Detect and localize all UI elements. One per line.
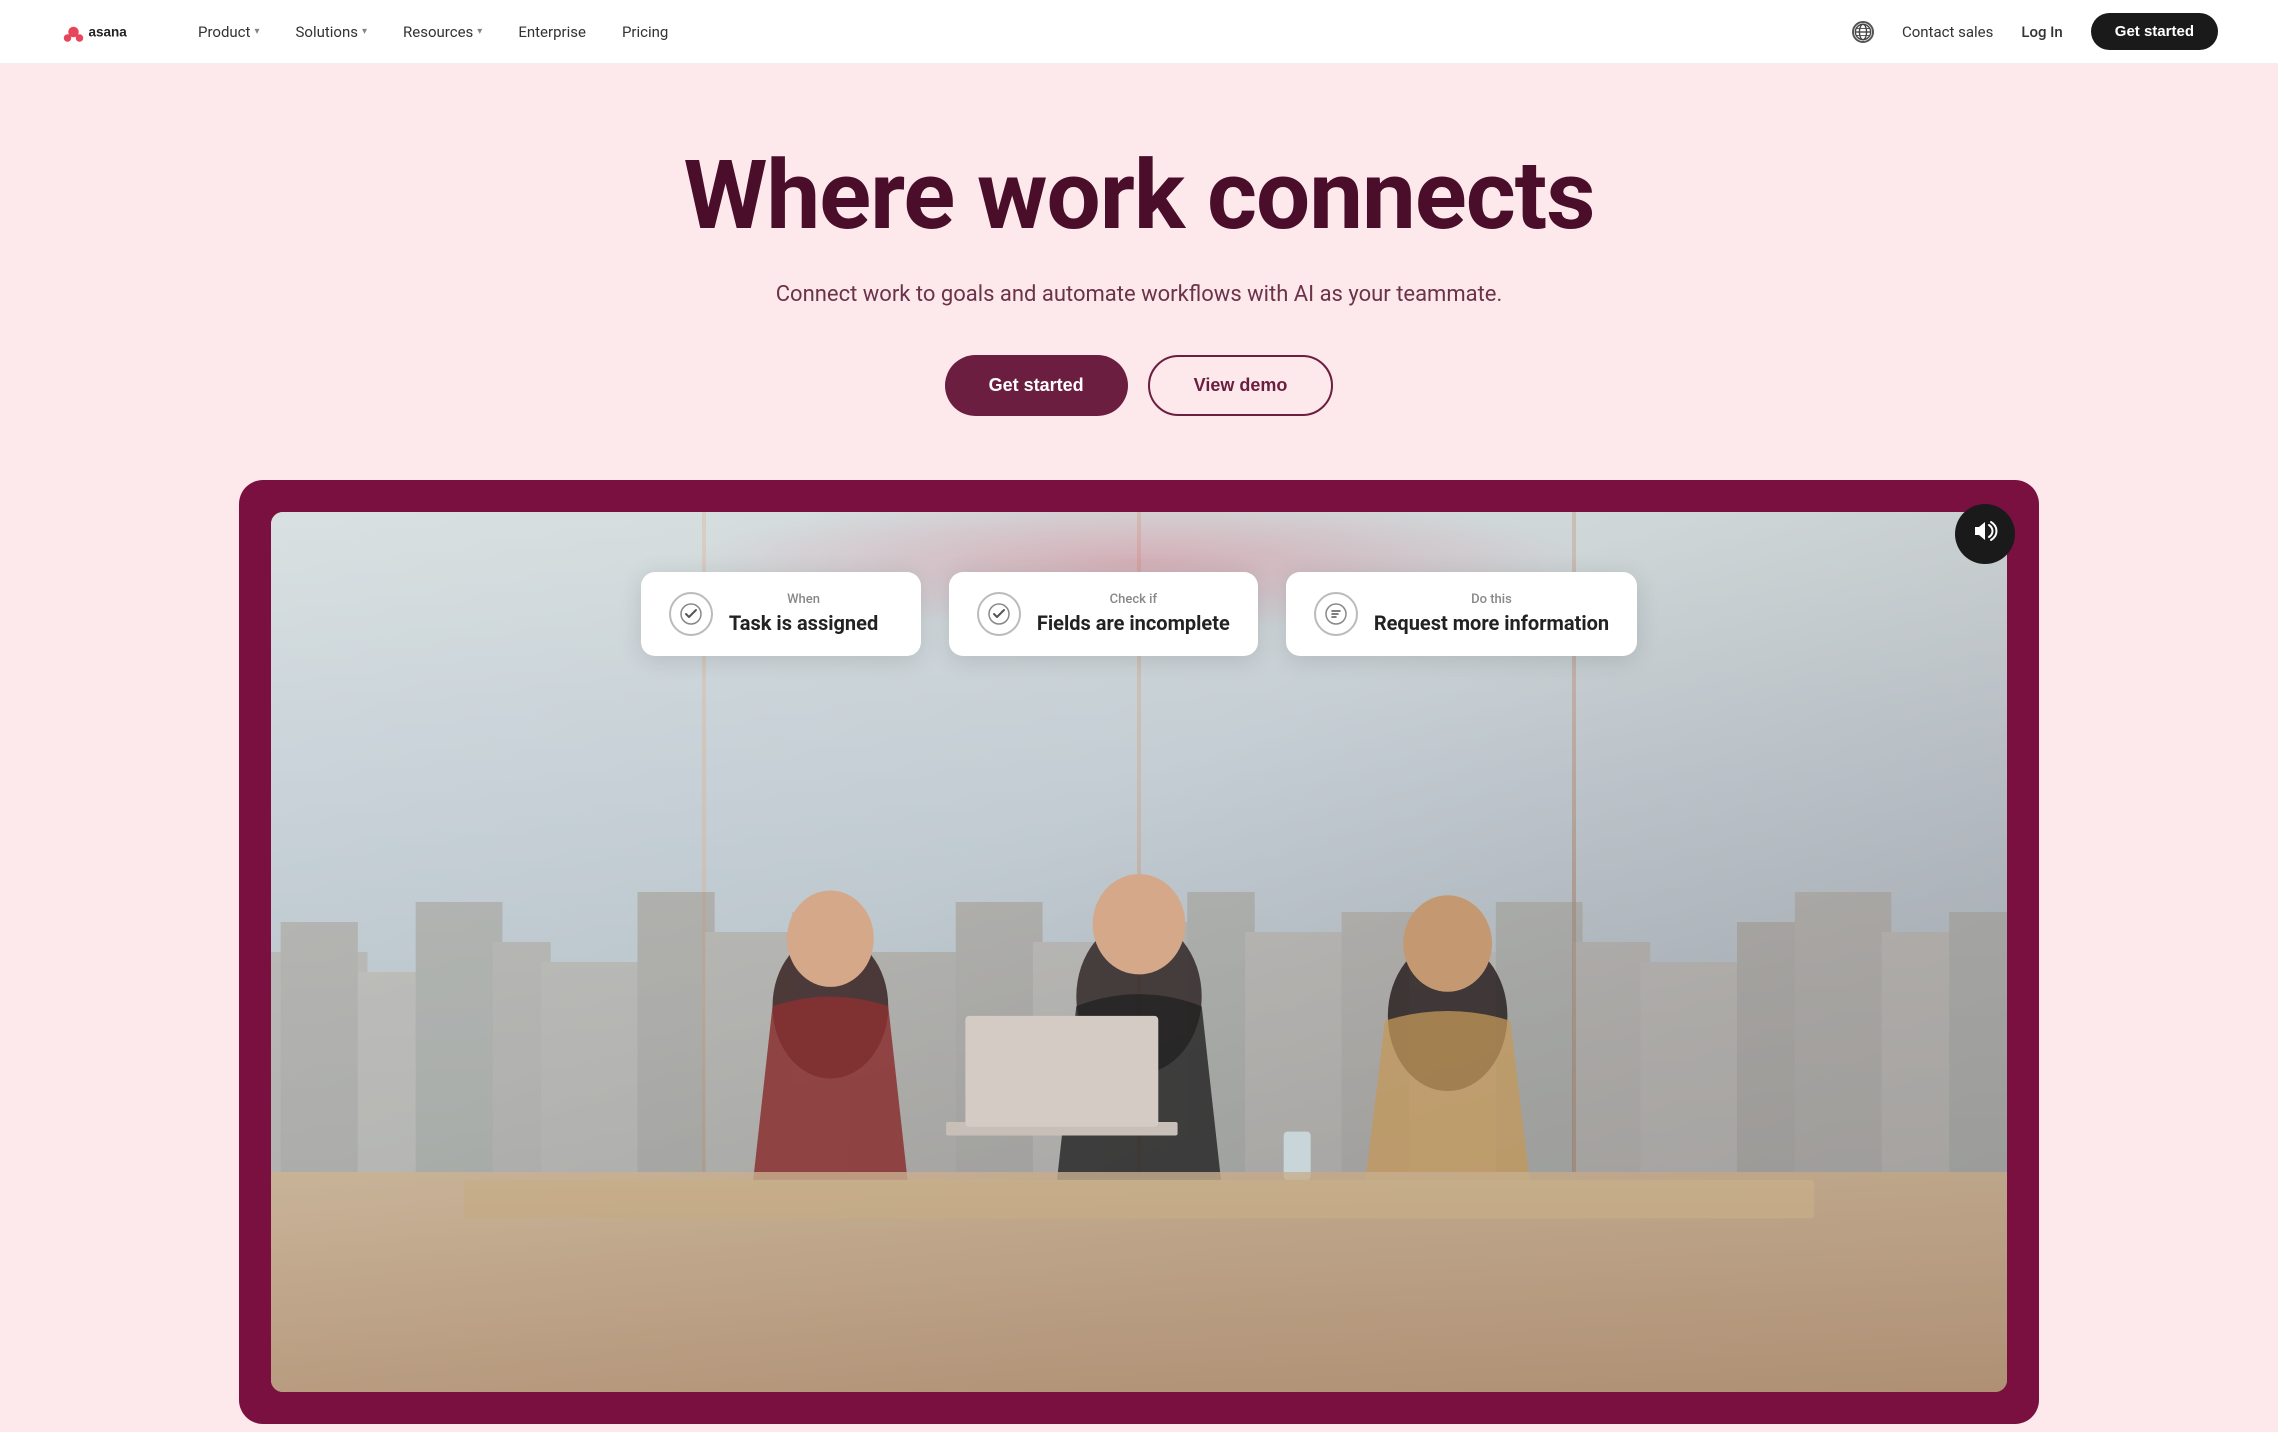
card-check-label: Check if [1037, 592, 1230, 607]
card-do-label: Do this [1374, 592, 1609, 607]
check-circle-icon [977, 592, 1021, 636]
nav-solutions[interactable]: Solutions ▾ [295, 23, 367, 41]
hero-view-demo-button[interactable]: View demo [1148, 355, 1334, 416]
card-when-title: Task is assigned [729, 611, 878, 635]
hero-buttons: Get started View demo [60, 355, 2218, 416]
card-when-content: When Task is assigned [729, 592, 878, 635]
comment-circle-icon [1314, 592, 1358, 636]
navigation: asana Product ▾ Solutions ▾ Resources ▾ … [0, 0, 2278, 64]
nav-get-started-button[interactable]: Get started [2091, 13, 2218, 50]
sound-on-icon [1971, 517, 1999, 551]
check-circle-icon [669, 592, 713, 636]
globe-icon[interactable] [1852, 21, 1874, 43]
hero-title: Where work connects [60, 144, 2218, 250]
chevron-down-icon: ▾ [362, 26, 367, 37]
video-frame[interactable]: When Task is assigned Check if Field [271, 512, 2007, 1392]
login-link[interactable]: Log In [2021, 23, 2062, 41]
workflow-card-check: Check if Fields are incomplete [949, 572, 1258, 656]
svg-text:asana: asana [89, 24, 128, 39]
nav-links: Product ▾ Solutions ▾ Resources ▾ Enterp… [198, 23, 1852, 41]
card-check-title: Fields are incomplete [1037, 611, 1230, 635]
nav-product[interactable]: Product ▾ [198, 23, 259, 41]
nav-resources[interactable]: Resources ▾ [403, 23, 482, 41]
table-surface [271, 1172, 2007, 1392]
card-do-title: Request more information [1374, 611, 1609, 635]
workflow-cards: When Task is assigned Check if Field [271, 572, 2007, 656]
card-check-content: Check if Fields are incomplete [1037, 592, 1230, 635]
card-do-content: Do this Request more information [1374, 592, 1609, 635]
nav-right: Contact sales Log In Get started [1852, 13, 2218, 50]
chevron-down-icon: ▾ [254, 26, 259, 37]
workflow-card-do: Do this Request more information [1286, 572, 1637, 656]
nav-pricing[interactable]: Pricing [622, 23, 668, 41]
hero-subtitle: Connect work to goals and automate workf… [60, 282, 2218, 307]
contact-sales-link[interactable]: Contact sales [1902, 23, 1993, 41]
hero-section: Where work connects Connect work to goal… [0, 64, 2278, 1432]
hero-get-started-button[interactable]: Get started [945, 355, 1128, 416]
chevron-down-icon: ▾ [477, 26, 482, 37]
nav-enterprise[interactable]: Enterprise [518, 23, 586, 41]
logo[interactable]: asana [60, 17, 150, 47]
video-container: When Task is assigned Check if Field [239, 480, 2039, 1424]
sound-button[interactable] [1955, 504, 2015, 564]
card-when-label: When [729, 592, 878, 607]
workflow-card-when: When Task is assigned [641, 572, 921, 656]
